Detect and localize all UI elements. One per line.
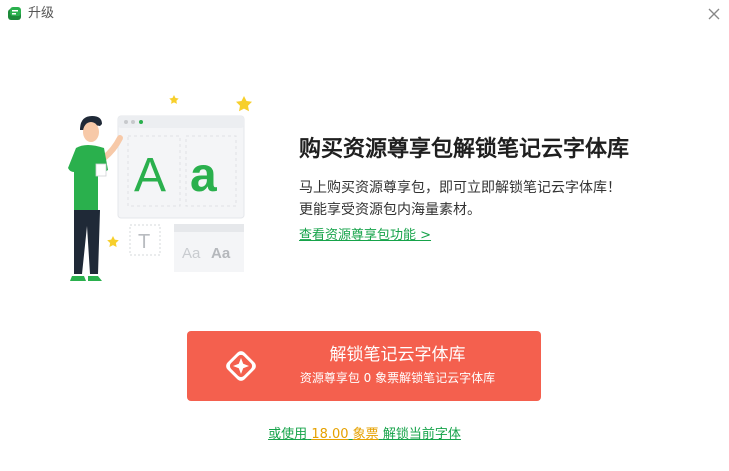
view-package-features-link[interactable]: 查看资源尊享包功能 > (299, 227, 431, 245)
alt-prefix: 或使用 (268, 427, 308, 442)
alt-action: 解锁当前字体 (382, 427, 461, 442)
promo-headline: 购买资源尊享包解锁笔记云字体库 (299, 137, 630, 162)
alt-currency: 象票 (352, 427, 379, 442)
svg-text:T: T (138, 231, 150, 253)
svg-text:A: A (134, 149, 166, 202)
alt-unlock-link[interactable]: 或使用 18.00 象票 解锁当前字体 (268, 427, 461, 442)
diamond-star-icon (226, 351, 256, 381)
svg-text:Aa: Aa (211, 245, 231, 262)
window-title: 升级 (28, 6, 55, 21)
promo-desc-line-2: 更能享受资源包内海量素材。 (299, 202, 481, 218)
promo-desc-line-1: 马上购买资源尊享包，即可立即解锁笔记云字体库！ (299, 180, 621, 196)
unlock-button-sublabel: 资源尊享包 0 象票解锁笔记云字体库 (299, 371, 496, 385)
title-bar: 升级 (0, 0, 729, 28)
svg-text:Aa: Aa (182, 245, 201, 262)
app-logo-icon (8, 7, 21, 20)
upgrade-dialog: 升级 A a T Aa Aa 购买资源尊享包解锁笔记云字体库 马上购买资源尊享包… (0, 0, 729, 471)
alt-price: 18.00 (311, 427, 349, 442)
unlock-font-library-button[interactable]: 解锁笔记云字体库 资源尊享包 0 象票解锁笔记云字体库 (187, 331, 541, 401)
font-library-illustration: A a T Aa Aa (58, 90, 258, 286)
unlock-button-label: 解锁笔记云字体库 (329, 345, 466, 365)
close-icon[interactable] (702, 2, 726, 26)
alt-unlock-option: 或使用 18.00 象票 解锁当前字体 (0, 426, 729, 444)
svg-text:a: a (190, 149, 217, 202)
promo-description: 马上购买资源尊享包，即可立即解锁笔记云字体库！ 更能享受资源包内海量素材。 (299, 177, 679, 221)
